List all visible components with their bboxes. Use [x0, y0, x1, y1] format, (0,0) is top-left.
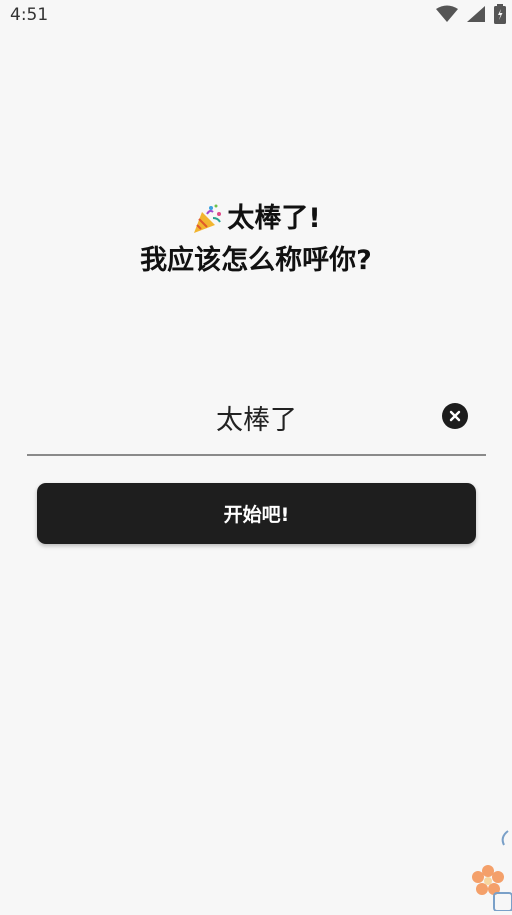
- party-popper-icon: [191, 202, 225, 236]
- greeting-heading: 太棒了! 我应该怎么称呼你?: [0, 198, 512, 282]
- flower-icon: [472, 830, 512, 915]
- input-underline: [27, 454, 486, 456]
- wifi-icon: [436, 5, 458, 27]
- start-button[interactable]: 开始吧!: [37, 483, 476, 544]
- heading-title: 太棒了!: [227, 203, 321, 234]
- battery-icon: [494, 4, 506, 28]
- floating-widget[interactable]: [472, 811, 512, 912]
- name-input[interactable]: [27, 388, 486, 446]
- status-time: 4:51: [10, 5, 49, 25]
- signal-icon: [466, 5, 486, 27]
- clear-icon[interactable]: [442, 403, 468, 429]
- heading-line-1: 太棒了!: [0, 198, 512, 240]
- heading-line-2: 我应该怎么称呼你?: [140, 245, 372, 276]
- status-bar: 4:51: [0, 0, 512, 32]
- name-field: [27, 388, 486, 456]
- start-button-label: 开始吧!: [223, 504, 290, 526]
- status-icons: [436, 4, 506, 28]
